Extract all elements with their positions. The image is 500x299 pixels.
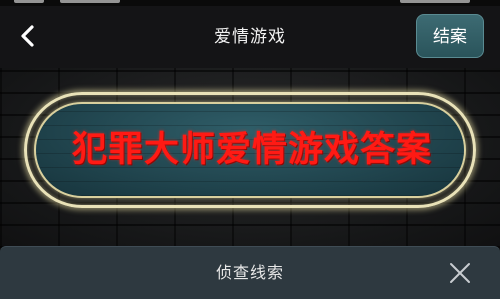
- chevron-left-icon: [10, 18, 46, 54]
- back-button[interactable]: [10, 18, 46, 54]
- close-icon: [446, 259, 474, 287]
- clue-panel-title: 侦查线索: [215, 263, 284, 282]
- page-title: 爱情游戏: [214, 27, 286, 47]
- game-screen: 爱情游戏 结案 犯罪大师爱情游戏答案 侦查线索: [0, 0, 500, 299]
- neon-sign: 犯罪大师爱情游戏答案: [34, 102, 466, 198]
- nav-bar: 爱情游戏 结案: [0, 6, 500, 68]
- settle-case-button[interactable]: 结案: [416, 14, 484, 58]
- status-fragment: [400, 0, 470, 3]
- scene-banner: 犯罪大师爱情游戏答案: [0, 68, 500, 248]
- status-fragment: [14, 0, 44, 3]
- sign-title: 犯罪大师爱情游戏答案: [71, 130, 432, 170]
- close-panel-button[interactable]: [446, 259, 474, 287]
- clue-panel: 侦查线索: [0, 246, 500, 299]
- status-fragment: [60, 0, 120, 3]
